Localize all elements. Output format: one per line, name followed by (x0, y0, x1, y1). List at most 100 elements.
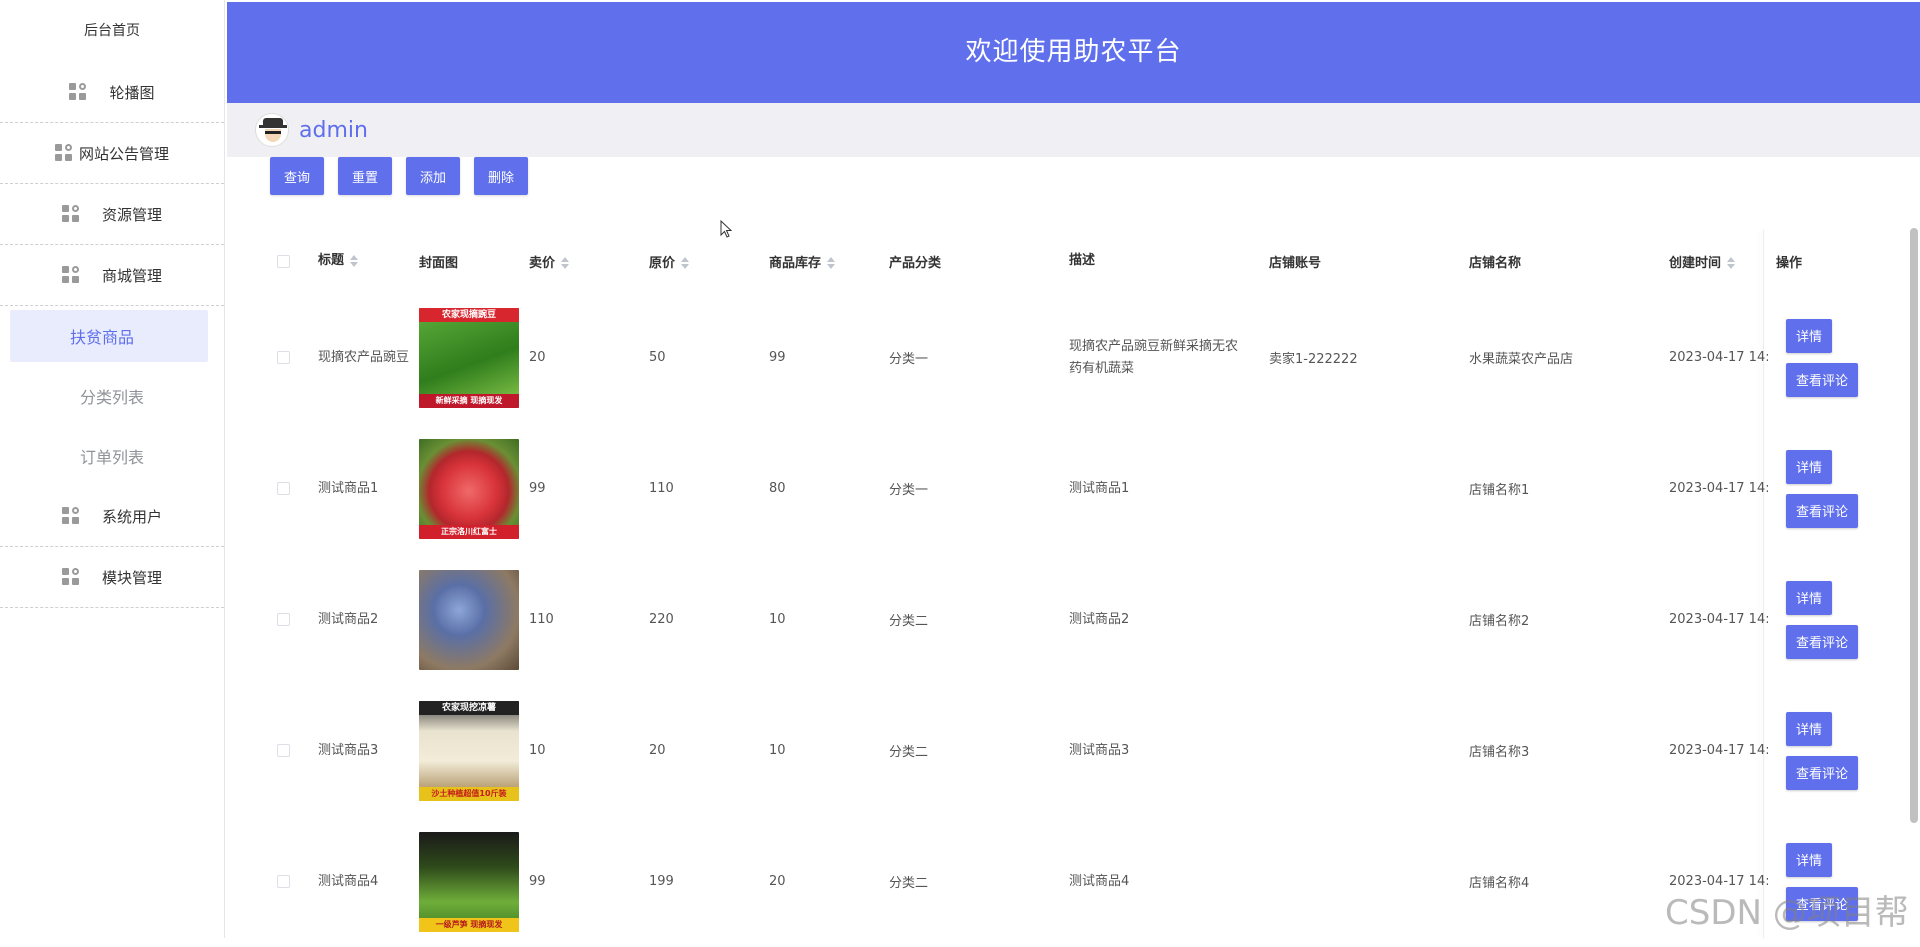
cell-original-price: 50 (649, 350, 666, 365)
cell-shop-name: 店铺名称3 (1469, 745, 1530, 760)
column-header-category: 产品分类 (889, 255, 942, 271)
cell-description: 测试商品2 (1069, 611, 1130, 627)
cell-stock: 20 (769, 874, 786, 889)
sidebar-item-label: 资源管理 (101, 205, 162, 224)
product-cover-image[interactable] (419, 569, 519, 670)
cell-category: 分类一 (889, 352, 929, 367)
row-checkbox[interactable] (276, 482, 290, 495)
sort-icon[interactable] (350, 254, 359, 267)
cell-title: 测试商品2 (318, 611, 379, 627)
row-checkbox[interactable] (276, 351, 290, 364)
view-comments-button[interactable]: 查看评论 (1786, 493, 1859, 528)
sidebar-item-carousel[interactable]: 轮播图 (0, 62, 224, 123)
column-header-title[interactable]: 标题 (318, 250, 419, 272)
cell-description: 测试商品1 (1069, 480, 1130, 496)
detail-button[interactable]: 详情 (1786, 711, 1833, 746)
cover-caption: 正宗洛川红富士 (419, 524, 519, 539)
column-header-description: 描述 (1069, 253, 1096, 268)
sidebar-item-mall[interactable]: 商城管理 (0, 245, 224, 306)
product-cover-image[interactable]: 一级芦笋 现摘现发 (419, 831, 519, 932)
grid-icon (54, 144, 73, 162)
table-row: 测试商品1 正宗洛川红富士 99 110 80 分类一 测试商品1 店铺名称1 … (248, 423, 1898, 554)
cell-shop-name: 水果蔬菜农产品店 (1469, 352, 1574, 367)
vertical-scrollbar[interactable] (1910, 228, 1918, 823)
sidebar-sub-categories[interactable]: 分类列表 (0, 366, 224, 426)
sidebar-home[interactable]: 后台首页 (0, 0, 224, 62)
view-comments-button[interactable]: 查看评论 (1786, 362, 1859, 397)
cell-stock: 80 (769, 481, 786, 496)
row-checkbox[interactable] (276, 744, 290, 757)
cell-price: 110 (529, 612, 554, 627)
cell-shop-name: 店铺名称4 (1469, 876, 1530, 891)
watermark: CSDN @项目帮 (1665, 893, 1909, 933)
cell-original-price: 110 (649, 481, 674, 496)
sidebar-sub-orders[interactable]: 订单列表 (0, 426, 224, 486)
cell-category: 分类二 (889, 745, 929, 760)
cell-title: 现摘农产品豌豆 (318, 349, 410, 365)
table-row: 测试商品4 一级芦笋 现摘现发 99 199 20 分类二 测试商品4 店铺名称… (248, 816, 1898, 947)
sidebar-item-modules[interactable]: 模块管理 (0, 547, 224, 608)
select-all-checkbox[interactable] (276, 254, 290, 268)
cell-category: 分类一 (889, 483, 929, 498)
column-header-stock[interactable]: 商品库存 (769, 252, 889, 271)
cell-price: 99 (529, 874, 546, 889)
column-header-cover: 封面图 (419, 255, 459, 271)
column-header-shop-account: 店铺账号 (1269, 255, 1322, 271)
row-checkbox[interactable] (276, 613, 290, 626)
cell-title: 测试商品3 (318, 742, 379, 758)
sidebar-item-label: 系统用户 (101, 507, 162, 526)
cell-title: 测试商品1 (318, 480, 379, 496)
cell-category: 分类二 (889, 614, 929, 629)
cover-caption: 一级芦笋 现摘现发 (419, 917, 519, 932)
delete-button[interactable]: 删除 (474, 157, 529, 195)
product-cover-image[interactable]: 农家现摘豌豆 新鲜采摘 现摘现发 (419, 307, 519, 408)
cell-stock: 99 (769, 350, 786, 365)
page-title: 欢迎使用助农平台 (965, 37, 1182, 67)
detail-button[interactable]: 详情 (1786, 449, 1833, 484)
cell-original-price: 20 (649, 743, 666, 758)
column-header-actions: 操作 (1776, 255, 1803, 271)
cover-caption: 农家现挖凉薯 (419, 700, 519, 715)
detail-button[interactable]: 详情 (1786, 842, 1833, 877)
view-comments-button[interactable]: 查看评论 (1786, 624, 1859, 659)
page-header: 欢迎使用助农平台 (227, 2, 1920, 103)
grid-icon (61, 568, 80, 586)
product-cover-image[interactable]: 农家现挖凉薯 沙土种植超值10斤装 (419, 700, 519, 801)
sidebar-item-label: 商城管理 (101, 266, 162, 285)
sort-icon[interactable] (1727, 257, 1736, 269)
add-button[interactable]: 添加 (406, 157, 461, 195)
sidebar-item-label: 模块管理 (101, 568, 162, 587)
sort-icon[interactable] (681, 257, 690, 269)
detail-button[interactable]: 详情 (1786, 318, 1833, 353)
grid-icon (69, 83, 87, 101)
column-header-price[interactable]: 卖价 (529, 252, 649, 271)
sidebar-sub-poverty-products[interactable]: 扶贫商品 (10, 310, 208, 362)
row-checkbox[interactable] (276, 875, 290, 888)
product-cover-image[interactable]: 正宗洛川红富士 (419, 438, 519, 539)
query-button[interactable]: 查询 (270, 157, 325, 195)
sidebar-item-announcements[interactable]: 网站公告管理 (0, 123, 224, 184)
cell-created: 2023-04-17 14: (1669, 481, 1768, 496)
grid-icon (61, 507, 80, 525)
cell-description: 测试商品4 (1069, 873, 1130, 889)
reset-button[interactable]: 重置 (338, 157, 393, 195)
product-table: 标题 封面图 卖价 原价 商品库存 产品分类 描述 店铺账号 店铺名称 创建时间… (248, 230, 1898, 947)
cover-caption: 沙土种植超值10斤装 (419, 786, 519, 801)
sidebar: 后台首页 轮播图 网站公告管理 资源管理 商城管理 扶贫商品 分类列表 订单列表… (0, 0, 225, 938)
table-header: 标题 封面图 卖价 原价 商品库存 产品分类 描述 店铺账号 店铺名称 创建时间… (248, 230, 1898, 292)
view-comments-button[interactable]: 查看评论 (1786, 755, 1859, 790)
avatar[interactable] (255, 113, 289, 147)
column-header-original-price[interactable]: 原价 (649, 252, 769, 271)
sidebar-item-resources[interactable]: 资源管理 (0, 184, 224, 245)
cell-stock: 10 (769, 612, 786, 627)
detail-button[interactable]: 详情 (1786, 580, 1833, 615)
cell-created: 2023-04-17 14: (1669, 743, 1768, 758)
sort-icon[interactable] (827, 257, 836, 269)
table-row: 测试商品3 农家现挖凉薯 沙土种植超值10斤装 10 20 10 分类二 测试商… (248, 685, 1898, 816)
sort-icon[interactable] (561, 257, 570, 269)
cell-original-price: 220 (649, 612, 674, 627)
sidebar-item-system-users[interactable]: 系统用户 (0, 486, 224, 547)
cell-description: 测试商品3 (1069, 742, 1130, 758)
username[interactable]: admin (299, 118, 368, 143)
column-header-created[interactable]: 创建时间 (1669, 252, 1768, 271)
